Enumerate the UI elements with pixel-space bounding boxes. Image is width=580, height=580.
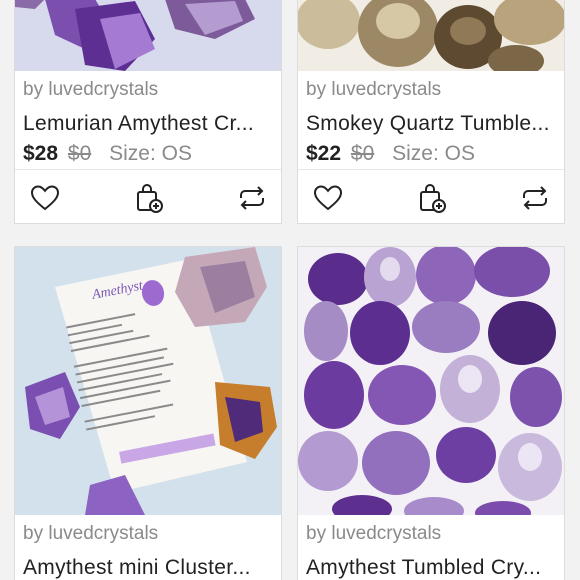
share-arrows-icon <box>240 186 264 210</box>
amethyst-cluster-photo: Amethyst <box>15 247 281 515</box>
listing-card-3[interactable]: Amethyst by luvedcrystals Amythest mini … <box>14 246 282 580</box>
bag-plus-icon <box>420 184 446 213</box>
listing-card-2[interactable]: by luvedcrystals Smokey Quartz Tumble...… <box>297 0 565 224</box>
listing-photo[interactable] <box>15 0 281 71</box>
bag-plus-icon <box>137 184 163 213</box>
listing-size: Size: OS <box>392 142 475 165</box>
seller-name[interactable]: by luvedcrystals <box>306 78 556 102</box>
listing-photo[interactable] <box>298 0 564 71</box>
seller-name[interactable]: by luvedcrystals <box>306 522 556 546</box>
listing-price: $28 <box>23 142 59 165</box>
listing-actions <box>298 169 564 223</box>
listing-size: Size: OS <box>109 142 192 165</box>
price-row: $22 $0 Size: OS <box>306 139 556 169</box>
listing-title[interactable]: Smokey Quartz Tumble... <box>306 109 556 139</box>
listing-photo[interactable]: Amethyst <box>15 247 281 515</box>
like-button[interactable] <box>29 182 61 214</box>
listing-title[interactable]: Lemurian Amythest Cr... <box>23 109 273 139</box>
listing-title[interactable]: Amythest mini Cluster... <box>23 553 273 580</box>
listing-title[interactable]: Amythest Tumbled Cry... <box>306 553 556 580</box>
smokey-quartz-photo <box>298 0 564 71</box>
seller-name[interactable]: by luvedcrystals <box>23 78 273 102</box>
amethyst-points-photo <box>15 0 281 71</box>
like-button[interactable] <box>312 182 344 214</box>
seller-name[interactable]: by luvedcrystals <box>23 522 273 546</box>
add-to-bundle-button[interactable] <box>133 182 165 214</box>
listing-card-1[interactable]: by luvedcrystals Lemurian Amythest Cr...… <box>14 0 282 224</box>
listing-card-4[interactable]: by luvedcrystals Amythest Tumbled Cry... <box>297 246 565 580</box>
listing-actions <box>15 169 281 223</box>
original-price: $0 <box>67 142 92 165</box>
tumbled-amethyst-photo <box>298 247 564 515</box>
add-to-bundle-button[interactable] <box>416 182 448 214</box>
share-button[interactable] <box>519 182 551 214</box>
heart-icon <box>313 185 343 211</box>
heart-icon <box>30 185 60 211</box>
listing-photo[interactable] <box>298 247 564 515</box>
share-button[interactable] <box>236 182 268 214</box>
original-price: $0 <box>350 142 375 165</box>
listing-price: $22 <box>306 142 342 165</box>
price-row: $28 $0 Size: OS <box>23 139 273 169</box>
share-arrows-icon <box>523 186 547 210</box>
